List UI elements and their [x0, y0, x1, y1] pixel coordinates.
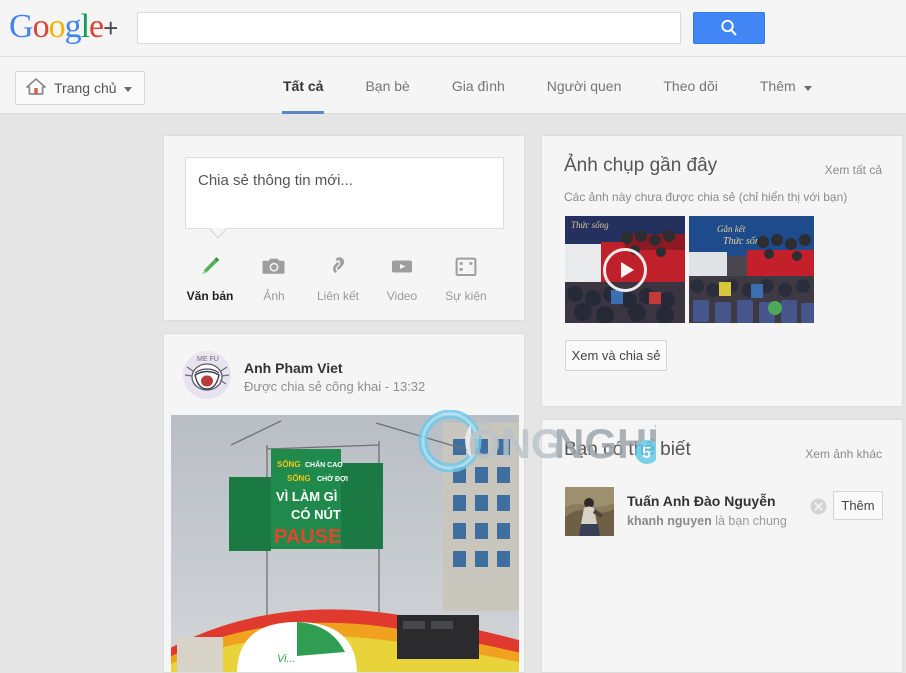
people-card-title: Bạn có thể biết [564, 439, 691, 460]
link-icon [325, 252, 351, 280]
share-tool-label: Video [386, 289, 418, 303]
person-mutual-info: khanh nguyen là bạn chung [627, 514, 787, 528]
tab-them[interactable]: Thêm [739, 57, 833, 114]
svg-text:Vi...: Vi... [277, 653, 296, 665]
svg-text:VÌ LÀM GÌ: VÌ LÀM GÌ [276, 489, 337, 504]
share-box-card: Chia sẻ thông tin mới... Văn bản Ảnh Liê… [163, 135, 525, 321]
svg-text:SỐNG: SỐNG [277, 459, 301, 469]
tab-ban-be[interactable]: Bạn bè [344, 57, 430, 114]
share-tool-link[interactable]: Liên kết [306, 252, 370, 303]
logo-letter-o2: o [48, 8, 66, 45]
top-bar: Google+ [0, 0, 906, 57]
share-tool-event[interactable]: Sự kiện [434, 252, 498, 303]
share-tool-label: Ảnh [263, 289, 285, 303]
view-and-share-button[interactable]: Xem và chia sẻ [565, 340, 667, 371]
logo-plus-sign: + [103, 13, 118, 43]
home-button[interactable]: Trang chủ [15, 71, 145, 105]
tab-label: Gia đình [451, 77, 505, 94]
logo-letter-G: G [9, 8, 34, 45]
search-input[interactable] [137, 12, 681, 44]
tab-label: Tất cả [283, 77, 324, 94]
share-bubble-tail [210, 228, 226, 237]
pencil-icon [197, 252, 223, 280]
share-tool-label: Sự kiện [445, 289, 487, 303]
recent-photos-view-all-link[interactable]: Xem tất cả [825, 163, 882, 177]
calendar-icon [453, 252, 479, 280]
post-author-name[interactable]: Anh Pham Viet [244, 360, 343, 376]
post-photo[interactable]: SỐNG CHẤN CAO SỐNG CHỜ ĐỢI VÌ LÀM GÌ CÓ … [171, 415, 519, 672]
people-card-more-link[interactable]: Xem ảnh khác [805, 447, 882, 461]
logo-letter-e: e [89, 8, 104, 45]
recent-photos-thumbnails: Thức sống Gắn kết Thức sống [565, 216, 814, 323]
svg-text:PAUSE: PAUSE [274, 526, 341, 548]
camera-icon [261, 252, 287, 280]
person-mutual-text: là bạn chung [711, 514, 787, 528]
photo-thumbnail-crowd[interactable]: Gắn kết Thức sống [689, 216, 814, 323]
person-suggestion-row: Tuấn Anh Đào Nguyễn khanh nguyen là bạn … [565, 480, 883, 550]
svg-text:CÓ NÚT: CÓ NÚT [291, 507, 341, 522]
recent-photos-card: Ảnh chụp gần đây Xem tất cả Các ảnh này … [541, 135, 903, 407]
search-button[interactable] [693, 12, 765, 44]
tab-theo-doi[interactable]: Theo dõi [642, 57, 738, 114]
play-icon[interactable] [603, 247, 647, 292]
share-tool-label: Liên kết [316, 289, 360, 303]
svg-text:Thức sống: Thức sống [571, 220, 609, 230]
share-tools: Văn bản Ảnh Liên kết Video Sự kiện [178, 252, 512, 303]
logo-letter-l: l [80, 8, 91, 45]
avatar[interactable]: ME FU [183, 351, 231, 399]
close-circle-icon[interactable] [810, 498, 827, 515]
logo-letter-g: g [64, 8, 82, 45]
person-avatar[interactable] [565, 487, 614, 536]
recent-photos-title: Ảnh chụp gần đây [564, 155, 718, 176]
tab-label: Theo dõi [663, 77, 718, 94]
page-body: Chia sẻ thông tin mới... Văn bản Ảnh Liê… [0, 114, 906, 673]
home-button-label: Trang chủ [54, 80, 117, 96]
google-plus-logo[interactable]: Google+ [9, 8, 118, 47]
nav-tabs: Tất cả Bạn bè Gia đình Người quen Theo d… [262, 57, 833, 114]
svg-text:ME FU: ME FU [197, 356, 219, 363]
tab-label: Bạn bè [365, 77, 410, 94]
share-input[interactable]: Chia sẻ thông tin mới... [185, 157, 504, 229]
tab-nguoi-quen[interactable]: Người quen [526, 57, 643, 114]
post-header: ME FU Anh Pham Viet Được chia sẻ công kh… [164, 334, 524, 415]
post-meta: Được chia sẻ công khai - 13:32 [244, 379, 426, 394]
people-you-may-know-card: Bạn có thể biết Xem ảnh khác Tuấn Anh Đà… [541, 419, 903, 673]
svg-text:CHỜ ĐỢI: CHỜ ĐỢI [317, 474, 348, 483]
tab-label: Người quen [546, 77, 622, 94]
tab-label: Thêm [759, 77, 796, 94]
post-card: ME FU Anh Pham Viet Được chia sẻ công kh… [163, 333, 525, 673]
add-person-button[interactable]: Thêm [833, 491, 883, 520]
chevron-down-icon [803, 78, 812, 94]
share-tool-photo[interactable]: Ảnh [242, 252, 306, 303]
photo-thumbnail-video[interactable]: Thức sống [565, 216, 685, 323]
svg-text:SỐNG: SỐNG [287, 473, 311, 483]
chevron-down-icon [123, 79, 132, 97]
tab-tat-ca[interactable]: Tất cả [262, 57, 344, 114]
tab-gia-dinh[interactable]: Gia đình [431, 57, 526, 114]
share-tool-text[interactable]: Văn bản [178, 252, 242, 303]
person-mutual-name: khanh nguyen [627, 514, 712, 528]
person-name[interactable]: Tuấn Anh Đào Nguyễn [627, 493, 776, 509]
home-icon [25, 76, 47, 101]
logo-letter-o1: o [32, 8, 50, 45]
search-icon [694, 18, 764, 38]
svg-text:Gắn kết: Gắn kết [717, 224, 746, 234]
recent-photos-subtitle: Các ảnh này chưa được chia sẻ (chỉ hiển … [564, 190, 848, 204]
share-tool-video[interactable]: Video [370, 252, 434, 303]
share-tool-label: Văn bản [186, 289, 234, 303]
video-icon [389, 252, 415, 280]
